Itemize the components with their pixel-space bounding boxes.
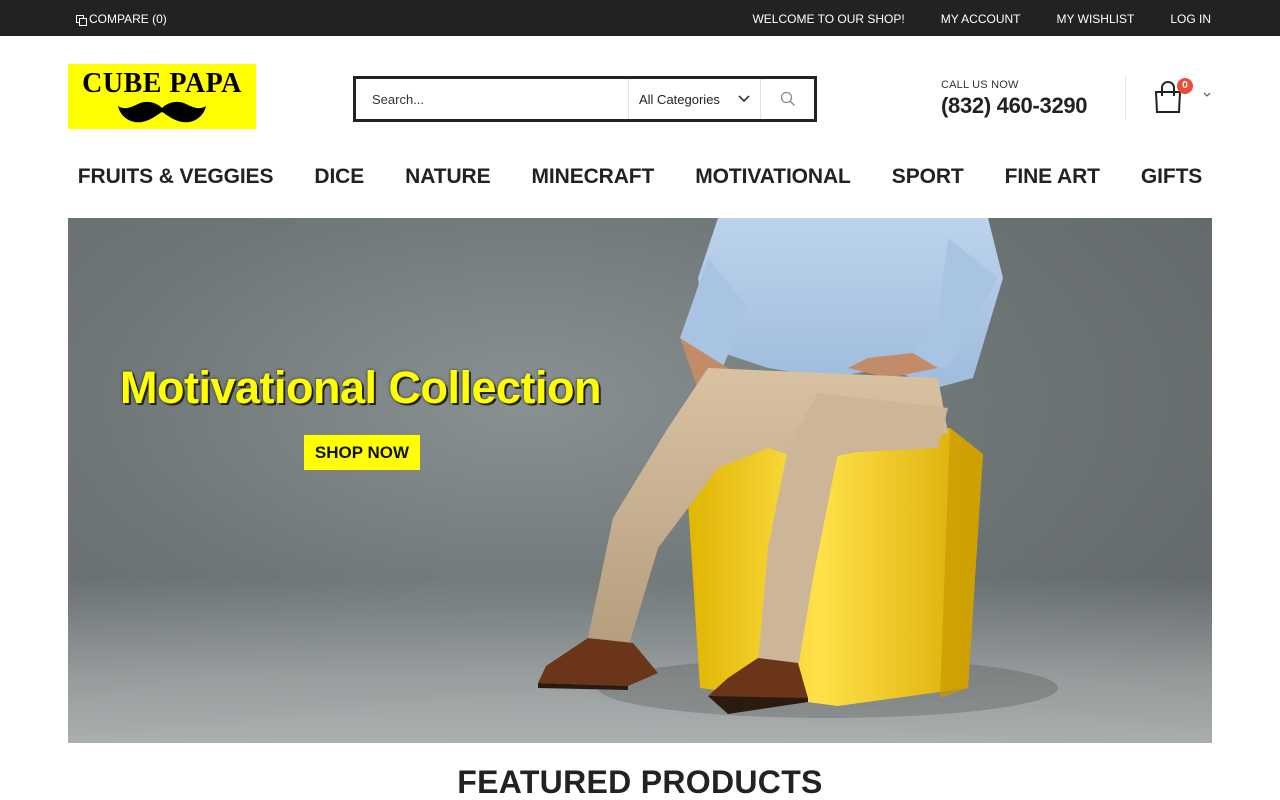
main-nav: FRUITS & VEGGIES DICE NATURE MINECRAFT M… xyxy=(68,165,1212,189)
nav-item-motivational[interactable]: MOTIVATIONAL xyxy=(695,165,851,189)
my-account-link[interactable]: MY ACCOUNT xyxy=(941,12,1021,26)
login-link[interactable]: LOG IN xyxy=(1170,12,1211,26)
nav-item-minecraft[interactable]: MINECRAFT xyxy=(532,165,655,189)
nav-item-sport[interactable]: SPORT xyxy=(892,165,964,189)
chevron-down-icon xyxy=(738,95,750,103)
hero-banner[interactable]: Motivational Collection SHOP NOW xyxy=(68,218,1212,743)
mustache-icon xyxy=(118,101,206,123)
search-button[interactable] xyxy=(761,79,814,119)
logo-text: CUBE PAPA xyxy=(82,68,242,99)
chevron-down-icon xyxy=(1203,92,1211,97)
nav-item-nature[interactable]: NATURE xyxy=(405,165,490,189)
top-bar: COMPARE (0) WELCOME TO OUR SHOP! MY ACCO… xyxy=(0,0,1280,36)
cart-count-badge: 0 xyxy=(1177,78,1193,94)
category-select[interactable]: All Categories xyxy=(628,79,761,119)
compare-icon xyxy=(76,14,87,26)
cart-button[interactable]: 0 xyxy=(1153,78,1213,114)
search-icon xyxy=(780,91,795,106)
nav-item-fine-art[interactable]: FINE ART xyxy=(1005,165,1100,189)
hero-title: Motivational Collection xyxy=(120,362,602,413)
hero-image xyxy=(538,218,1058,718)
top-links: WELCOME TO OUR SHOP! MY ACCOUNT MY WISHL… xyxy=(752,12,1211,26)
call-label: CALL US NOW xyxy=(941,79,1019,91)
site-logo[interactable]: CUBE PAPA xyxy=(68,64,256,129)
nav-item-gifts[interactable]: GIFTS xyxy=(1141,165,1202,189)
phone-number[interactable]: (832) 460-3290 xyxy=(941,93,1088,119)
nav-item-fruits-veggies[interactable]: FRUITS & VEGGIES xyxy=(78,165,274,189)
header-divider xyxy=(1125,76,1126,120)
search-bar: All Categories xyxy=(353,76,817,122)
search-input[interactable] xyxy=(356,79,628,119)
welcome-text: WELCOME TO OUR SHOP! xyxy=(752,12,905,26)
my-wishlist-link[interactable]: MY WISHLIST xyxy=(1057,12,1135,26)
compare-label: COMPARE (0) xyxy=(89,12,167,26)
compare-link[interactable]: COMPARE (0) xyxy=(76,12,167,26)
call-us: CALL US NOW (832) 460-3290 xyxy=(941,79,1088,119)
category-label: All Categories xyxy=(639,91,720,107)
shop-now-button[interactable]: SHOP NOW xyxy=(304,435,420,470)
featured-products-heading: FEATURED PRODUCTS xyxy=(457,764,823,800)
nav-item-dice[interactable]: DICE xyxy=(314,165,364,189)
